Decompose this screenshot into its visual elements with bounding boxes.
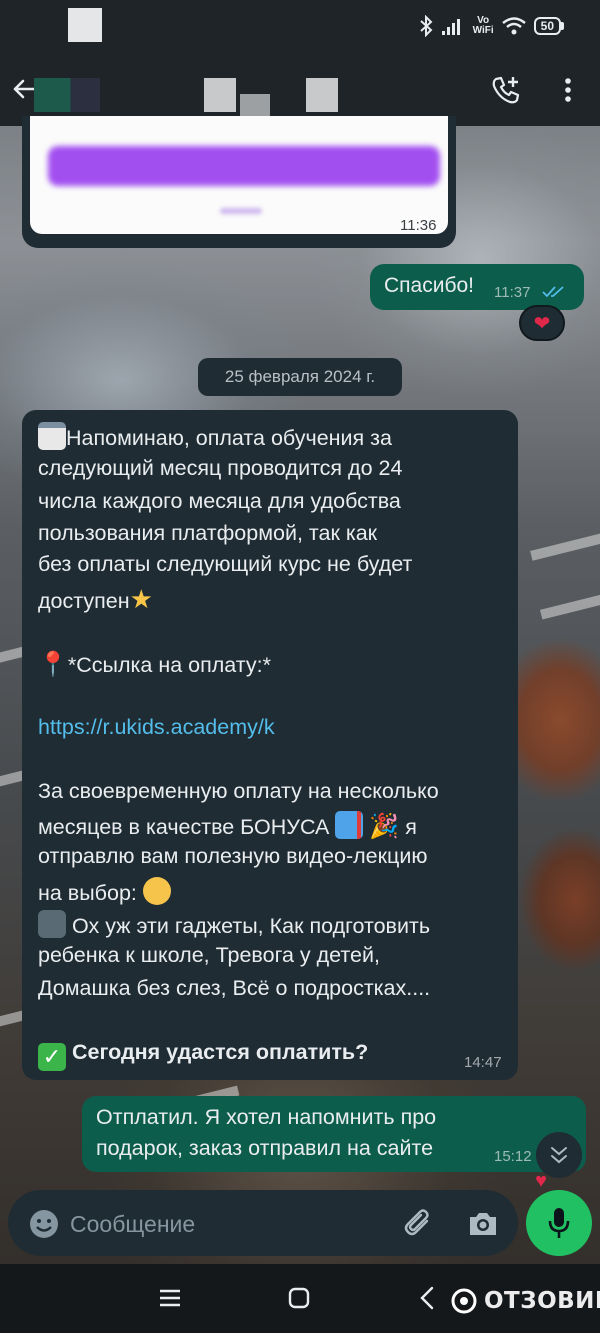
party-popper-icon: 🎉 bbox=[369, 813, 400, 840]
phone-plus-icon bbox=[492, 76, 520, 104]
link-preview-button-blurred bbox=[48, 146, 440, 186]
message-line: доступен bbox=[38, 589, 130, 613]
message-composer bbox=[8, 1190, 518, 1256]
outgoing-message[interactable]: Спасибо! 11:37 bbox=[370, 264, 584, 310]
message-line: ребенка к школе, Тревога у детей, bbox=[38, 943, 380, 967]
check-mark-icon: ✓ bbox=[38, 1043, 66, 1071]
message-line: *Ссылка на оплату:* bbox=[67, 653, 271, 677]
message-input[interactable] bbox=[70, 1208, 390, 1240]
more-options-button[interactable] bbox=[552, 70, 584, 110]
message-line: Напоминаю, оплата обучения за bbox=[66, 426, 392, 450]
paperclip-icon[interactable] bbox=[402, 1207, 436, 1241]
read-ticks-icon bbox=[542, 286, 564, 298]
message-line: без оплаты следующий курс не будет bbox=[38, 552, 413, 576]
wifi-icon bbox=[501, 14, 526, 38]
message-line: отправлю вам полезную видео-лекцию bbox=[38, 844, 428, 868]
message-line: месяцев в качестве БОНУСА bbox=[38, 815, 330, 839]
microphone-icon bbox=[548, 1208, 570, 1238]
home-button[interactable] bbox=[285, 1284, 313, 1312]
add-call-button[interactable] bbox=[486, 70, 526, 110]
message-time: 11:37 bbox=[494, 284, 531, 301]
battery-icon: 50 bbox=[533, 17, 564, 35]
date-separator: 25 февраля 2024 г. bbox=[198, 358, 402, 396]
recent-apps-button[interactable] bbox=[156, 1284, 184, 1312]
message-line: пользования платформой, так как bbox=[38, 521, 378, 545]
vowifi-bottom-label: WiFi bbox=[472, 25, 494, 36]
heart-icon: ❤ bbox=[533, 312, 551, 335]
date-separator-label: 25 февраля 2024 г. bbox=[224, 367, 376, 386]
message-line: Сегодня удастся оплатить? bbox=[71, 1040, 369, 1064]
contact-avatar[interactable] bbox=[34, 78, 100, 112]
message-line: на выбор: bbox=[38, 881, 137, 905]
gift-icon bbox=[335, 811, 364, 839]
link-preview-message[interactable] bbox=[22, 116, 456, 248]
watermark-text: ОТЗОВИК bbox=[484, 1288, 600, 1314]
signal-icon bbox=[441, 14, 465, 38]
vowifi-icon: Vo WiFi bbox=[473, 14, 494, 38]
battery-level: 50 bbox=[533, 17, 561, 35]
emoji-icon[interactable] bbox=[28, 1208, 60, 1240]
message-line: За своевременную оплату на несколько bbox=[38, 779, 439, 803]
message-line: следующий месяц проводится до 24 bbox=[38, 456, 403, 480]
message-line: Домашка без слез, Всё о подростках.... bbox=[38, 976, 431, 1000]
voice-message-button[interactable] bbox=[526, 1190, 592, 1256]
message-line: Ох уж эти гаджеты, Как подготовить bbox=[71, 914, 431, 938]
status-notification-icon bbox=[68, 8, 102, 42]
hugging-face-icon bbox=[142, 877, 171, 905]
message-line: я bbox=[405, 815, 417, 839]
pin-icon: 📍 bbox=[38, 651, 68, 678]
camera-icon[interactable] bbox=[466, 1207, 500, 1241]
contact-name-redacted[interactable] bbox=[204, 78, 236, 112]
message-time: 11:36 bbox=[400, 217, 437, 234]
link-preview-caption-blurred bbox=[220, 208, 262, 214]
more-vertical-icon bbox=[565, 78, 571, 102]
film-projector-icon bbox=[38, 910, 66, 938]
bluetooth-icon bbox=[419, 14, 433, 38]
nav-back-button[interactable] bbox=[414, 1284, 442, 1312]
message-time: 14:47 bbox=[464, 1054, 502, 1071]
outgoing-message[interactable]: Отплатил. Я хотел напомнить про подарок,… bbox=[82, 1096, 586, 1172]
payment-link[interactable]: https://r.ukids.academy/k bbox=[38, 715, 275, 740]
status-bar: Vo WiFi 50 bbox=[0, 0, 600, 54]
incoming-message[interactable]: Напоминаю, оплата обучения за следующий … bbox=[22, 410, 518, 1080]
message-line: Отплатил. Я хотел напомнить про bbox=[96, 1105, 437, 1129]
otzovik-watermark: ОТЗОВИК bbox=[450, 1286, 600, 1316]
link-preview-card bbox=[30, 116, 448, 234]
system-nav-bar: ОТЗОВИК bbox=[0, 1264, 600, 1333]
reaction-heart[interactable]: ❤ bbox=[519, 305, 565, 341]
message-line: числа каждого месяца для удобства bbox=[38, 489, 401, 513]
contact-name-redacted-3 bbox=[306, 78, 338, 112]
reaction-heart-partial: ♥ bbox=[535, 1170, 547, 1190]
message-time: 15:12 bbox=[494, 1148, 532, 1165]
otzovik-logo-icon bbox=[451, 1288, 477, 1314]
status-icons: Vo WiFi 50 bbox=[419, 14, 564, 38]
message-text: Спасибо! bbox=[384, 274, 474, 297]
star-icon: ★ bbox=[129, 584, 153, 614]
chevrons-down-icon bbox=[551, 1147, 567, 1164]
message-line: подарок, заказ отправил на сайте bbox=[96, 1136, 434, 1160]
calendar-icon bbox=[38, 422, 66, 450]
